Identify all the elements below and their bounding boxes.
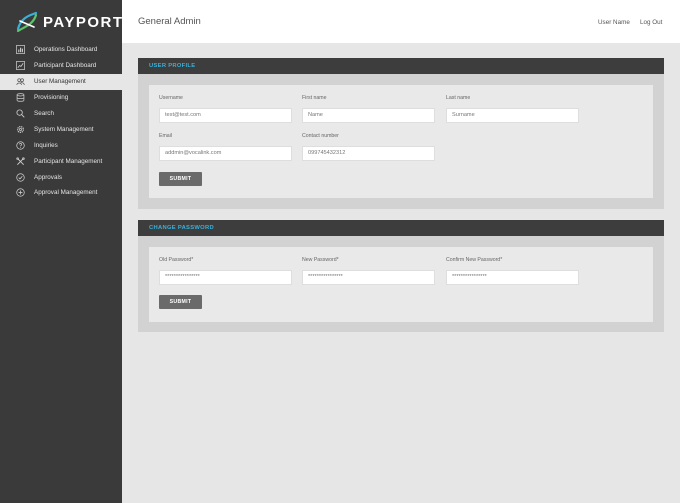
user-name-link[interactable]: User Name — [598, 19, 630, 26]
plus-circle-icon — [15, 188, 25, 198]
sidebar-item-label: Operations Dashboard — [34, 46, 98, 54]
contact-number-label: Contact number — [302, 133, 339, 139]
sidebar-item-search[interactable]: Search — [0, 106, 122, 122]
sidebar-item-operations-dashboard[interactable]: Operations Dashboard — [0, 42, 122, 58]
question-icon — [15, 140, 25, 150]
old-password-input[interactable] — [159, 269, 292, 285]
top-header: General Admin User Name Log Out — [122, 0, 680, 43]
sidebar: PAYPORT Operations Dashboard Participant… — [0, 0, 122, 503]
payport-logo[interactable]: PAYPORT — [14, 9, 124, 35]
first-name-input[interactable] — [302, 107, 435, 123]
user-profile-heading: USER PROFILE — [149, 63, 196, 69]
user-profile-panel: USER PROFILE Username First name Last na… — [138, 58, 664, 209]
sidebar-item-approvals[interactable]: Approvals — [0, 169, 122, 185]
sidebar-item-label: Inquiries — [34, 141, 58, 149]
username-label: Username — [159, 95, 183, 101]
search-icon — [15, 109, 25, 119]
contact-number-input[interactable] — [302, 145, 435, 161]
last-name-group: Last name — [446, 95, 579, 123]
sidebar-item-label: Approvals — [34, 173, 63, 181]
tools-icon — [15, 156, 25, 166]
old-password-label: Old Password* — [159, 257, 194, 263]
sidebar-item-provisioning[interactable]: Provisioning — [0, 90, 122, 106]
first-name-label: First name — [302, 95, 327, 101]
username-group: Username — [159, 95, 292, 123]
sidebar-item-approval-management[interactable]: Approval Management — [0, 185, 122, 201]
sidebar-item-inquiries[interactable]: Inquiries — [0, 137, 122, 153]
user-profile-form: Username First name Last name Email Cont… — [149, 85, 653, 198]
sidebar-item-label: System Management — [34, 125, 94, 133]
users-icon — [15, 77, 25, 87]
logout-link[interactable]: Log Out — [640, 19, 662, 26]
payport-logo-icon — [16, 11, 38, 33]
password-submit-button[interactable]: SUBMIT — [159, 295, 202, 309]
sidebar-item-participant-management[interactable]: Participant Management — [0, 153, 122, 169]
confirm-password-input[interactable] — [446, 269, 579, 285]
confirm-password-label: Confirm New Password* — [446, 257, 503, 263]
email-group: Email — [159, 133, 292, 161]
bar-chart-icon — [15, 45, 25, 55]
profile-submit-button[interactable]: SUBMIT — [159, 172, 202, 186]
line-chart-icon — [15, 61, 25, 71]
sidebar-item-label: Approval Management — [34, 189, 98, 197]
user-profile-header: USER PROFILE — [138, 58, 664, 74]
contact-number-group: Contact number — [302, 133, 435, 161]
last-name-label: Last name — [446, 95, 471, 101]
first-name-group: First name — [302, 95, 435, 123]
change-password-form: Old Password* New Password* Confirm New … — [149, 247, 653, 322]
username-input[interactable] — [159, 107, 292, 123]
database-icon — [15, 93, 25, 103]
new-password-group: New Password* — [302, 257, 435, 285]
email-input[interactable] — [159, 145, 292, 161]
check-circle-icon — [15, 172, 25, 182]
sidebar-item-participant-dashboard[interactable]: Participant Dashboard — [0, 58, 122, 74]
sidebar-nav: Operations Dashboard Participant Dashboa… — [0, 42, 122, 201]
change-password-heading: CHANGE PASSWORD — [149, 225, 214, 231]
sidebar-item-label: Provisioning — [34, 94, 69, 102]
sidebar-item-user-management[interactable]: User Management — [0, 73, 122, 90]
confirm-password-group: Confirm New Password* — [446, 257, 579, 285]
sidebar-item-label: Search — [34, 110, 54, 117]
new-password-label: New Password* — [302, 257, 339, 263]
email-label: Email — [159, 133, 172, 139]
last-name-input[interactable] — [446, 107, 579, 123]
old-password-group: Old Password* — [159, 257, 292, 285]
change-password-panel: CHANGE PASSWORD Old Password* New Passwo… — [138, 220, 664, 332]
page-title: General Admin — [138, 16, 201, 27]
sidebar-item-system-management[interactable]: System Management — [0, 121, 122, 137]
new-password-input[interactable] — [302, 269, 435, 285]
sidebar-item-label: Participant Management — [34, 157, 103, 165]
change-password-header: CHANGE PASSWORD — [138, 220, 664, 236]
gear-icon — [15, 124, 25, 134]
sidebar-item-label: User Management — [34, 78, 86, 86]
sidebar-item-label: Participant Dashboard — [34, 62, 97, 70]
logo-text: PAYPORT — [43, 13, 124, 31]
